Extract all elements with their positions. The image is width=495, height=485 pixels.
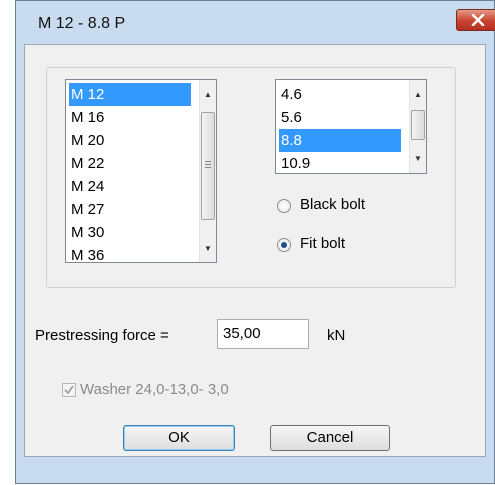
prestress-input[interactable]: 35,00 xyxy=(217,319,309,349)
list-item[interactable]: M 24 xyxy=(69,175,191,198)
washer-label: Washer 24,0-13,0- 3,0 xyxy=(80,381,229,398)
close-button[interactable] xyxy=(456,9,495,31)
prestress-unit: kN xyxy=(327,327,346,344)
scroll-thumb[interactable] xyxy=(411,110,425,140)
scroll-up-arrow-icon[interactable]: ▲ xyxy=(200,86,216,103)
list-item[interactable]: 10.9 xyxy=(279,152,401,173)
size-listbox[interactable]: M 12 M 16 M 20 M 22 M 24 M 27 M 30 M 36 … xyxy=(65,79,217,263)
checkmark-icon xyxy=(64,385,74,395)
list-item[interactable]: 4.6 xyxy=(279,83,401,106)
list-item[interactable]: M 30 xyxy=(69,221,191,244)
ok-button[interactable]: OK xyxy=(123,425,235,451)
cancel-button[interactable]: Cancel xyxy=(270,425,390,451)
scroll-down-arrow-icon[interactable]: ▼ xyxy=(200,240,216,257)
list-item[interactable]: 5.6 xyxy=(279,106,401,129)
close-icon xyxy=(471,14,485,26)
grade-listbox[interactable]: 4.6 5.6 8.8 10.9 ▲ ▼ xyxy=(275,79,427,174)
grade-scrollbar[interactable]: ▲ ▼ xyxy=(409,80,426,173)
black-bolt-label: Black bolt xyxy=(300,196,366,213)
window-title: M 12 - 8.8 P xyxy=(38,15,126,32)
scroll-thumb[interactable] xyxy=(201,112,215,220)
washer-checkbox[interactable] xyxy=(62,383,76,397)
fit-bolt-label: Fit bolt xyxy=(300,235,346,252)
scroll-down-arrow-icon[interactable]: ▼ xyxy=(410,150,426,167)
list-item[interactable]: M 22 xyxy=(69,152,191,175)
prestress-label: Prestressing force = xyxy=(35,327,169,344)
scroll-up-arrow-icon[interactable]: ▲ xyxy=(410,86,426,103)
list-item[interactable]: M 12 xyxy=(69,83,191,106)
list-item[interactable]: M 16 xyxy=(69,106,191,129)
black-bolt-radio[interactable] xyxy=(277,199,291,213)
list-item[interactable]: 8.8 xyxy=(279,129,401,152)
list-item[interactable]: M 27 xyxy=(69,198,191,221)
list-item[interactable]: M 36 xyxy=(69,244,191,262)
size-scrollbar[interactable]: ▲ ▼ xyxy=(199,80,216,262)
list-item[interactable]: M 20 xyxy=(69,129,191,152)
fit-bolt-radio[interactable] xyxy=(277,238,291,252)
